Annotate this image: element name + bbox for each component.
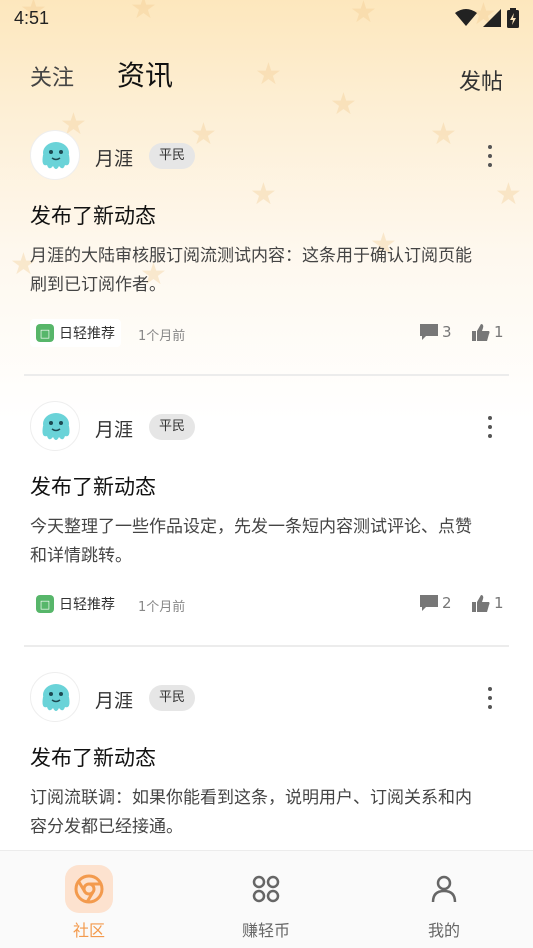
tag-icon: □: [36, 595, 54, 613]
avatar-icon: [42, 142, 70, 169]
post-card[interactable]: 月涯 平民 发布了新动态 今天整理了一些作品设定，先发一条短内容测试评论、点赞和…: [0, 389, 533, 660]
status-bar: 4:51: [0, 0, 533, 36]
post-feed[interactable]: 月涯 平民 发布了新动态 月涯的大陆审核服订阅流测试内容：这条用于确认订阅页能刷…: [0, 118, 533, 848]
post-title[interactable]: 发布了新动态: [30, 742, 156, 772]
divider: [24, 374, 509, 376]
author-name[interactable]: 月涯: [95, 686, 133, 713]
comment-icon: [420, 595, 438, 611]
nav-item-profile[interactable]: 我的: [384, 851, 504, 948]
post-tag[interactable]: □ 日轻推荐: [30, 590, 121, 618]
tag-label: 日轻推荐: [59, 326, 115, 342]
bottom-navigation: 社区 赚轻币 我的: [0, 850, 533, 948]
nav-label: 我的: [427, 921, 460, 940]
rank-badge: 平民: [149, 685, 196, 711]
comment-count: 2: [442, 594, 452, 612]
post-tag[interactable]: □ 日轻推荐: [30, 319, 121, 347]
comment-button[interactable]: 3: [420, 323, 452, 341]
wifi-icon: [455, 9, 477, 26]
post-title[interactable]: 发布了新动态: [30, 200, 156, 230]
like-button[interactable]: 1: [472, 323, 504, 341]
status-time: 4:51: [14, 7, 50, 28]
divider: [24, 645, 509, 647]
more-options-icon[interactable]: [478, 142, 502, 170]
comment-button[interactable]: 2: [420, 594, 452, 612]
post-button[interactable]: 发帖: [459, 64, 503, 96]
post-time: 1个月前: [138, 329, 186, 344]
author-name[interactable]: 月涯: [95, 415, 133, 442]
comment-count: 3: [442, 323, 452, 341]
comment-icon: [420, 324, 438, 340]
like-count: 1: [494, 594, 504, 612]
author-avatar[interactable]: [30, 672, 80, 722]
author-avatar[interactable]: [30, 401, 80, 451]
avatar-icon: [42, 684, 70, 711]
nav-label: 社区: [72, 921, 105, 940]
avatar-icon: [42, 413, 70, 440]
nav-item-community[interactable]: 社区: [29, 851, 149, 948]
post-body[interactable]: 月涯的大陆审核服订阅流测试内容：这条用于确认订阅页能刷到已订阅作者。: [30, 242, 480, 300]
author-avatar[interactable]: [30, 130, 80, 180]
rank-badge: 平民: [149, 143, 196, 169]
post-title[interactable]: 发布了新动态: [30, 471, 156, 501]
status-icons: [455, 8, 519, 28]
community-icon: [65, 865, 113, 913]
post-body[interactable]: 今天整理了一些作品设定，先发一条短内容测试评论、点赞和详情跳转。: [30, 513, 480, 571]
tab-follow[interactable]: 关注: [30, 60, 74, 92]
nav-label: 赚轻币: [241, 921, 290, 940]
top-header: 关注 资讯 发帖: [0, 44, 533, 104]
post-time: 1个月前: [138, 600, 186, 615]
nav-item-earn-coins[interactable]: 赚轻币: [206, 851, 326, 948]
thumbs-up-icon: [472, 594, 490, 612]
person-icon: [420, 865, 468, 913]
tab-news[interactable]: 资讯: [117, 54, 173, 94]
like-button[interactable]: 1: [472, 594, 504, 612]
like-count: 1: [494, 323, 504, 341]
more-options-icon[interactable]: [478, 684, 502, 712]
post-body[interactable]: 订阅流联调：如果你能看到这条，说明用户、订阅关系和内容分发都已经接通。: [30, 784, 480, 842]
post-card[interactable]: 月涯 平民 发布了新动态 订阅流联调：如果你能看到这条，说明用户、订阅关系和内容…: [0, 660, 533, 848]
post-card[interactable]: 月涯 平民 发布了新动态 月涯的大陆审核服订阅流测试内容：这条用于确认订阅页能刷…: [0, 118, 533, 389]
tag-icon: □: [36, 324, 54, 342]
thumbs-up-icon: [472, 323, 490, 341]
signal-icon: [483, 9, 501, 27]
rank-badge: 平民: [149, 414, 196, 440]
tag-label: 日轻推荐: [59, 597, 115, 613]
battery-icon: [507, 8, 519, 28]
more-options-icon[interactable]: [478, 413, 502, 441]
author-name[interactable]: 月涯: [95, 144, 133, 171]
grid-icon: [242, 865, 290, 913]
